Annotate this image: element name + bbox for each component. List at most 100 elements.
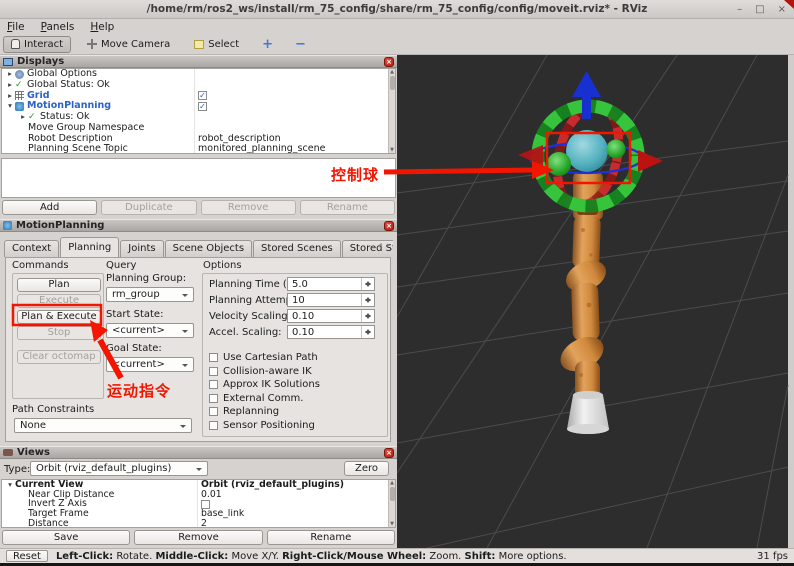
expander-icon[interactable]: ▸ — [5, 91, 15, 102]
tool-move-camera[interactable]: Move Camera — [79, 36, 178, 53]
checkbox-external-comm[interactable]: External Comm. — [209, 393, 303, 404]
add-button[interactable]: Add — [2, 200, 98, 215]
minimize-icon[interactable]: – — [737, 4, 742, 15]
reset-button[interactable]: Reset — [6, 550, 48, 562]
expander-icon[interactable]: ▸ — [5, 69, 15, 80]
z-axis-arrow[interactable] — [582, 97, 591, 119]
control-ball-sphere[interactable] — [566, 130, 608, 172]
views-tree-scrollbar[interactable]: ▲ ▼ — [388, 480, 395, 527]
planning-attempts-spinbox[interactable]: 10 — [287, 293, 375, 307]
visibility-checkbox[interactable]: ✓ — [198, 91, 207, 101]
spin-down-icon[interactable] — [365, 315, 371, 322]
close-icon[interactable]: × — [778, 4, 786, 15]
menu-file[interactable]: File — [7, 21, 25, 33]
motionplanning-panel-header[interactable]: MotionPlanning × — [0, 219, 397, 232]
tab-stored-scenes[interactable]: Stored Scenes — [253, 240, 341, 257]
velocity-scaling-spinbox[interactable]: 0.10 — [287, 309, 375, 323]
checkbox-box[interactable] — [209, 366, 218, 376]
scroll-up-icon[interactable]: ▲ — [389, 69, 395, 75]
tree-label: Invert Z Axis — [28, 499, 87, 510]
expander-icon[interactable]: ▾ — [5, 480, 15, 490]
checkbox-box[interactable] — [209, 380, 218, 389]
displays-panel-header[interactable]: Displays × — [0, 55, 397, 68]
visibility-checkbox[interactable] — [201, 499, 210, 509]
start-state-select[interactable]: <current> — [106, 323, 194, 338]
spin-down-icon[interactable] — [365, 283, 371, 290]
tab-scroll-left-icon[interactable]: ◂ — [376, 241, 384, 249]
displays-row-planning-scene-topic[interactable]: Planning Scene Topic monitored_planning_s… — [2, 144, 395, 153]
scroll-down-icon[interactable]: ▼ — [389, 521, 395, 527]
titlebar[interactable]: /home/rm/ros2_ws/install/rm_75_config/sh… — [0, 0, 794, 19]
checkbox-box[interactable] — [209, 393, 218, 403]
displays-row-move-group-namespace[interactable]: Move Group Namespace — [2, 122, 395, 134]
planning-time-s-spinbox[interactable]: 5.0 — [287, 277, 375, 291]
rename-button[interactable]: Rename — [266, 530, 395, 545]
views-row-distance[interactable]: Distance 2 — [2, 518, 395, 527]
displays-row-global-options[interactable]: ▸ Global Options — [2, 69, 395, 80]
spin-down-icon[interactable] — [365, 299, 371, 306]
checkbox-replanning[interactable]: Replanning — [209, 406, 279, 417]
displays-row-robot-description[interactable]: Robot Description robot_description — [2, 133, 395, 145]
tool-select[interactable]: Select — [186, 36, 247, 53]
expander-icon[interactable]: ▸ — [5, 80, 15, 91]
remove-button[interactable]: Remove — [134, 530, 263, 545]
tree-label: Robot Description — [28, 133, 113, 144]
tab-context[interactable]: Context — [4, 240, 60, 257]
zoom-out-button[interactable]: − — [288, 37, 313, 52]
checkbox-box[interactable] — [209, 353, 218, 362]
displays-row-status-ok[interactable]: ▸ ✓ Status: Ok — [2, 112, 395, 123]
spin-down-icon[interactable] — [365, 331, 371, 338]
views-type-select[interactable]: Orbit (rviz_default_plugins) — [30, 461, 208, 476]
help-text-segment: Right-Click/Mouse Wheel: — [282, 550, 427, 562]
close-icon[interactable]: × — [384, 220, 394, 231]
zoom-in-button[interactable]: + — [255, 37, 280, 52]
tree-cell: ▸ Grid — [2, 91, 194, 102]
checkbox-approx-ik-solutions[interactable]: Approx IK Solutions — [209, 379, 320, 390]
checkbox-box[interactable] — [209, 407, 218, 416]
tab-scene-objects[interactable]: Scene Objects — [164, 240, 253, 257]
checkbox-sensor-positioning[interactable]: Sensor Positioning — [209, 420, 315, 431]
displays-tree[interactable]: ▸ Global Options ▸ ✓ Global Status: Ok ▸ Grid ✓… — [1, 68, 396, 154]
menu-help[interactable]: Help — [90, 21, 114, 33]
views-panel-header[interactable]: Views × — [0, 446, 397, 459]
checkbox-box[interactable] — [209, 420, 218, 430]
menu-panels[interactable]: Panels — [41, 21, 75, 33]
tab-joints[interactable]: Joints — [120, 240, 164, 257]
views-tree[interactable]: ▾ Current View Orbit (rviz_default_plugins… — [1, 479, 396, 528]
maximize-icon[interactable]: □ — [755, 4, 764, 15]
green-handle-right[interactable] — [606, 139, 626, 159]
displays-tree-scrollbar[interactable]: ▲ ▼ — [388, 69, 395, 153]
tab-scroll-right-icon[interactable]: ▸ — [385, 241, 393, 249]
checkbox-use-cartesian-path[interactable]: Use Cartesian Path — [209, 352, 318, 363]
plan-button[interactable]: Plan — [17, 278, 101, 292]
views-row-target-frame[interactable]: Target Frame base_link — [2, 509, 395, 519]
green-handle-left[interactable] — [547, 152, 571, 176]
scrollbar-thumb[interactable] — [390, 487, 395, 501]
accel-scaling-spinbox[interactable]: 0.10 — [287, 325, 375, 339]
goal-state-select[interactable]: <current> — [106, 357, 194, 372]
displays-row-global-status-ok[interactable]: ▸ ✓ Global Status: Ok — [2, 79, 395, 91]
views-row-invert-z-axis[interactable]: Invert Z Axis — [2, 499, 395, 510]
plan-execute-button[interactable]: Plan & Execute — [17, 310, 101, 324]
tool-interact[interactable]: Interact — [3, 35, 72, 53]
visibility-checkbox[interactable]: ✓ — [198, 102, 207, 112]
scroll-up-icon[interactable]: ▲ — [389, 480, 395, 486]
scrollbar-thumb[interactable] — [390, 76, 395, 90]
expander-icon[interactable]: ▾ — [5, 101, 15, 112]
scroll-down-icon[interactable]: ▼ — [389, 147, 395, 153]
planning-group-select[interactable]: rm_group — [106, 287, 194, 302]
tab-planning[interactable]: Planning — [60, 237, 120, 257]
path-constraints-select[interactable]: None — [14, 418, 192, 433]
checkbox-collision-aware-ik[interactable]: Collision-aware IK — [209, 366, 312, 377]
displays-row-motionplanning[interactable]: ▾ MotionPlanning ✓ — [2, 101, 395, 112]
close-icon[interactable]: × — [384, 447, 394, 458]
expander-icon[interactable]: ▸ — [18, 112, 28, 123]
views-row-current-view[interactable]: ▾ Current View Orbit (rviz_default_plugins… — [2, 480, 395, 490]
checkbox-label: Approx IK Solutions — [223, 379, 320, 390]
save-button[interactable]: Save — [2, 530, 131, 545]
3d-viewport[interactable] — [396, 54, 794, 549]
displays-row-grid[interactable]: ▸ Grid ✓ — [2, 90, 395, 102]
close-icon[interactable]: × — [384, 56, 394, 67]
zero-button[interactable]: Zero — [344, 461, 389, 476]
views-row-near-clip-distance[interactable]: Near Clip Distance 0.01 — [2, 489, 395, 500]
